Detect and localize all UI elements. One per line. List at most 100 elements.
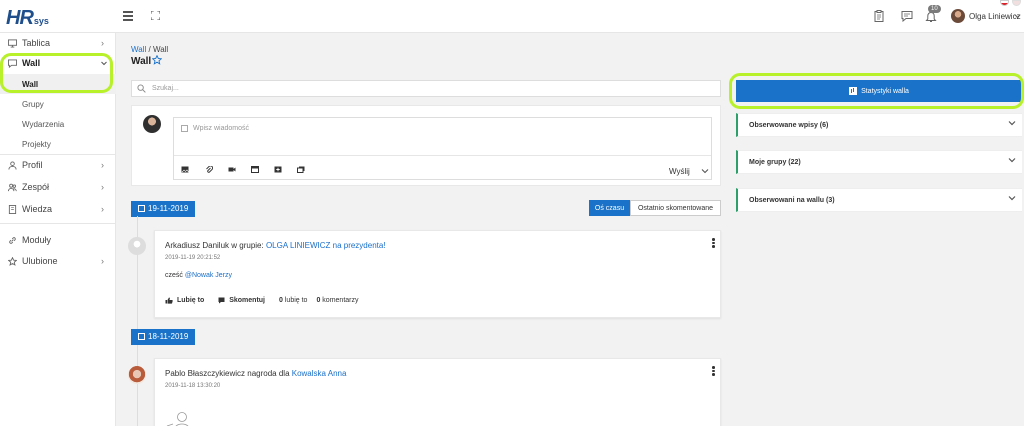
- sidebar-item-label: Profil: [22, 160, 43, 170]
- language-alt-flag-icon[interactable]: [1012, 0, 1021, 6]
- favorite-star-icon[interactable]: [152, 55, 162, 65]
- fullscreen-icon[interactable]: [151, 11, 160, 20]
- user-name[interactable]: Olga Liniewicz: [969, 12, 1021, 21]
- post-action-text: w grupie:: [229, 241, 266, 250]
- clipboard-icon[interactable]: [873, 10, 885, 22]
- sidebar-subitem-wydarzenia[interactable]: Wydarzenia: [0, 114, 116, 134]
- sidebar-subitem-label: Projekty: [22, 139, 51, 149]
- sidebar-item-moduly[interactable]: Moduły: [0, 230, 116, 250]
- comment-icon: [218, 297, 225, 304]
- panel-label: Obserwowane wpisy (6): [749, 122, 829, 129]
- book-icon: [8, 204, 17, 214]
- menu-toggle-icon[interactable]: [123, 11, 133, 23]
- breadcrumb-link-wall[interactable]: Wall: [131, 45, 146, 54]
- date-badge: 18-11-2019: [131, 329, 196, 345]
- sidebar-item-zespol[interactable]: Zespół ›: [0, 177, 116, 197]
- monitor-icon: [8, 38, 17, 48]
- post-header: Arkadiusz Daniluk w grupie: OLGA LINIEWI…: [165, 241, 386, 250]
- panel-followed-posts[interactable]: Obserwowane wpisy (6): [736, 113, 1022, 137]
- sidebar-item-ulubione[interactable]: Ulubione ›: [0, 251, 116, 271]
- calendar-event-icon[interactable]: [251, 166, 259, 173]
- sidebar-item-wiedza[interactable]: Wiedza ›: [0, 199, 116, 219]
- sidebar-item-label: Tablica: [22, 38, 51, 48]
- sort-recent-comments-button[interactable]: Ostatnio skomentowane: [630, 200, 721, 216]
- gallery-icon[interactable]: [297, 166, 305, 173]
- sidebar-subitem-grupy[interactable]: Grupy: [0, 94, 116, 114]
- panel-my-groups[interactable]: Moje grupy (22): [736, 150, 1022, 174]
- sidebar-item-tablica[interactable]: Tablica ›: [0, 33, 116, 53]
- post-header: Pablo Błaszczykiewicz nagroda dla Kowals…: [165, 369, 346, 378]
- post-body-text: cześć: [165, 272, 185, 279]
- post-menu-icon[interactable]: [712, 366, 715, 377]
- comment-button[interactable]: Skomentuj: [218, 297, 265, 304]
- star-icon: [8, 256, 17, 266]
- post-target-link[interactable]: OLGA LINIEWICZ na prezydenta!: [266, 241, 386, 250]
- app-logo[interactable]: HRsys: [6, 7, 49, 30]
- stats-highlight-annotation: [729, 73, 1024, 109]
- date-label: 19-11-2019: [148, 204, 189, 213]
- video-icon[interactable]: [228, 166, 236, 173]
- post-timestamp: 2019-11-19 20:21:52: [165, 255, 221, 261]
- page-title: Wall: [131, 56, 152, 67]
- chevron-down-icon: [1008, 121, 1016, 126]
- sidebar-item-label: Wiedza: [22, 204, 53, 214]
- post-author[interactable]: Arkadiusz Daniluk: [165, 241, 229, 250]
- message-icon: [181, 125, 188, 132]
- post-composer: Wpisz wiadomość Wyślij: [131, 105, 721, 186]
- search-icon: [137, 84, 146, 93]
- post-target-link[interactable]: Kowalska Anna: [292, 369, 347, 378]
- message-input[interactable]: Wpisz wiadomość Wyślij: [173, 117, 712, 180]
- send-options-chevron-icon[interactable]: [701, 168, 709, 174]
- post-mention-link[interactable]: @Nowak Jerzy: [185, 272, 232, 279]
- add-item-icon[interactable]: [274, 166, 282, 173]
- thumbs-up-icon: [165, 297, 173, 304]
- message-placeholder: Wpisz wiadomość: [193, 125, 250, 132]
- attachment-icon[interactable]: [205, 166, 213, 173]
- breadcrumb: Wall / Wall: [131, 45, 168, 54]
- sidebar-subitem-label: Grupy: [22, 99, 44, 109]
- calendar-icon: [138, 333, 145, 340]
- logo-sub-text: sys: [33, 16, 49, 26]
- sidebar-item-profil[interactable]: Profil ›: [0, 155, 116, 175]
- link-icon: [9, 236, 16, 244]
- search-input[interactable]: Szukaj...: [131, 80, 721, 97]
- calendar-icon: [138, 205, 145, 212]
- post-body: cześć @Nowak Jerzy: [165, 272, 232, 279]
- post-actions: Lubię to Skomentuj 0 lubię to 0 komentar…: [165, 297, 367, 304]
- post-menu-icon[interactable]: [712, 238, 715, 249]
- composer-avatar: [143, 115, 161, 133]
- user-avatar[interactable]: [951, 9, 965, 23]
- like-button[interactable]: Lubię to: [165, 297, 204, 304]
- sidebar-item-label: Ulubione: [22, 256, 58, 266]
- chevron-right-icon: ›: [101, 160, 104, 170]
- comment-label: Skomentuj: [229, 297, 266, 304]
- chevron-right-icon: ›: [101, 256, 104, 266]
- search-placeholder: Szukaj...: [152, 85, 179, 92]
- chevron-down-icon: [1008, 196, 1016, 201]
- post-timestamp: 2019-11-18 13:30:20: [165, 383, 221, 389]
- date-label: 18-11-2019: [148, 332, 189, 341]
- messages-icon[interactable]: [901, 10, 913, 22]
- sidebar-item-label: Zespół: [22, 182, 50, 192]
- top-bar: HRsys 10 Olga Liniewicz: [0, 0, 1024, 33]
- timeline-avatar: [128, 237, 146, 255]
- image-icon[interactable]: [181, 166, 189, 173]
- panel-followed-users[interactable]: Obserwowani na wallu (3): [736, 188, 1022, 212]
- wall-highlight-annotation: [0, 53, 113, 93]
- send-button[interactable]: Wyślij: [669, 167, 690, 176]
- timeline-avatar: [128, 366, 146, 384]
- sidebar-subitem-projekty[interactable]: Projekty: [0, 134, 116, 154]
- user-menu-chevron-icon[interactable]: [1014, 13, 1021, 19]
- post-author[interactable]: Pablo Błaszczykiewicz: [165, 369, 245, 378]
- sort-timeline-button[interactable]: Oś czasu: [589, 200, 630, 216]
- award-illustration-icon: [166, 412, 189, 426]
- date-badge: 19-11-2019: [131, 201, 196, 217]
- chevron-right-icon: ›: [101, 182, 104, 192]
- post-card: Pablo Błaszczykiewicz nagroda dla Kowals…: [154, 358, 721, 426]
- post-action-text: nagroda dla: [245, 369, 292, 378]
- like-label: Lubię to: [177, 297, 205, 304]
- post-card: Arkadiusz Daniluk w grupie: OLGA LINIEWI…: [154, 230, 721, 318]
- user-icon: [8, 160, 17, 170]
- language-pl-flag-icon[interactable]: [1000, 0, 1009, 6]
- sidebar-divider: [0, 223, 116, 224]
